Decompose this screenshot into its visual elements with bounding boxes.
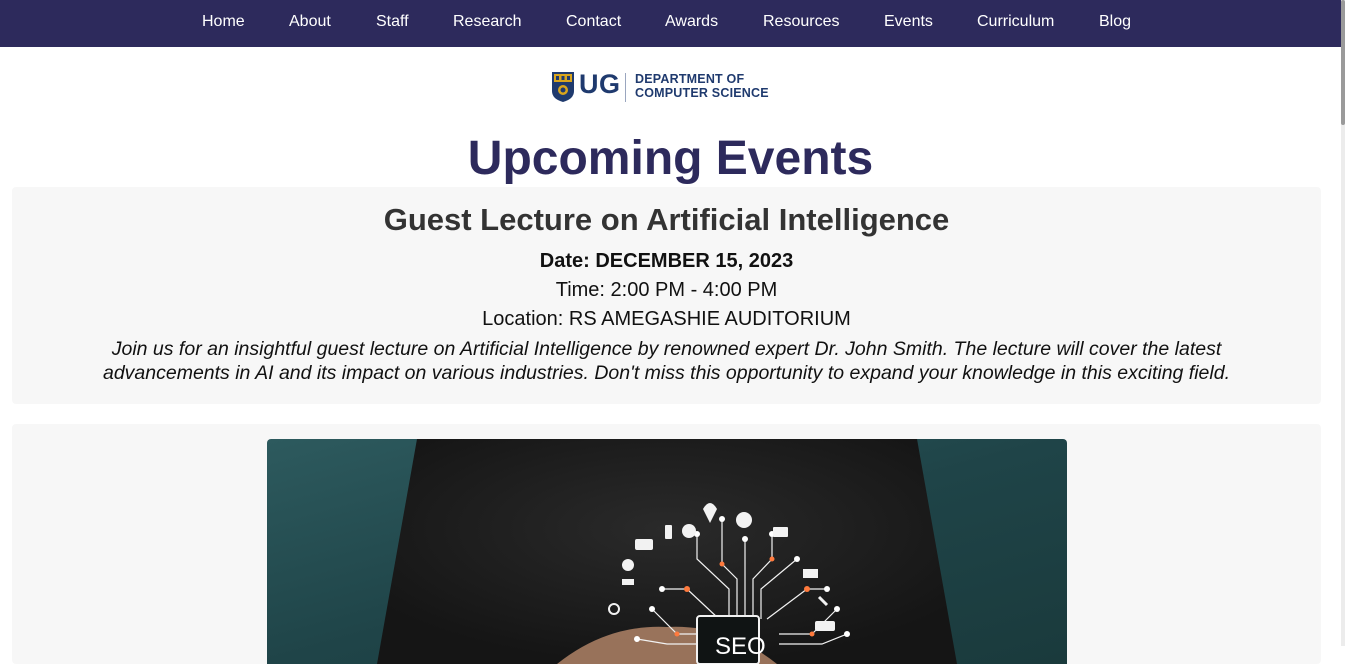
nav-staff[interactable]: Staff [376,0,409,47]
event-card: Guest Lecture on Artificial Intelligence… [12,187,1321,404]
nav-resources[interactable]: Resources [763,0,839,47]
page-scrollbar[interactable] [1341,0,1345,646]
nav-awards[interactable]: Awards [665,0,718,47]
logo-line-1: DEPARTMENT OF [635,72,745,86]
event-image-card: SEO [12,424,1321,664]
scrollbar-thumb[interactable] [1341,0,1345,125]
top-nav: Home About Staff Research Contact Awards… [0,0,1341,47]
department-logo[interactable]: UG DEPARTMENT OF COMPUTER SCIENCE [551,69,781,105]
nav-contact[interactable]: Contact [566,0,621,47]
event-image: SEO [267,439,1067,664]
page-title: Upcoming Events [467,132,874,185]
ai-circuit-illustration: SEO [267,439,1067,664]
logo-mark: UG [579,69,621,99]
event-location: Location: RS AMEGASHIE AUDITORIUM [482,308,851,330]
nav-home[interactable]: Home [202,0,245,47]
event-description: Join us for an insightful guest lecture … [102,338,1230,384]
seo-chip-label: SEO [715,633,766,660]
logo-divider [625,73,626,102]
nav-about[interactable]: About [289,0,331,47]
nav-curriculum[interactable]: Curriculum [977,0,1054,47]
event-date: Date: DECEMBER 15, 2023 [539,250,794,272]
event-time: Time: 2:00 PM - 4:00 PM [555,279,778,301]
nav-blog[interactable]: Blog [1099,0,1131,47]
nav-research[interactable]: Research [453,0,521,47]
university-crest-icon [552,72,574,102]
nav-events[interactable]: Events [884,0,933,47]
logo-line-2: COMPUTER SCIENCE [635,86,769,100]
event-title: Guest Lecture on Artificial Intelligence [383,202,950,237]
